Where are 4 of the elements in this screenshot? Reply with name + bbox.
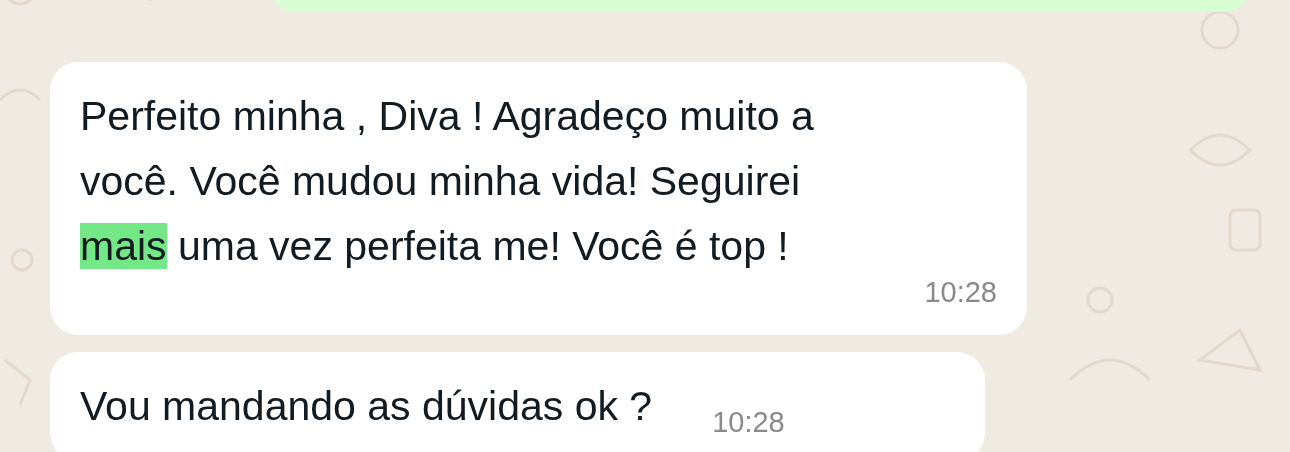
message-text: Vou mandando as dúvidas ok ? [80, 381, 653, 431]
message-time: 10:28 [924, 275, 997, 310]
message-time: 10:28 [712, 405, 785, 440]
message-text: Perfeito minha , Diva ! Agradeço muito a você. Você mudou minha vida! Seguirei mais uma vez perfeita me! Você é top ! [80, 92, 815, 271]
